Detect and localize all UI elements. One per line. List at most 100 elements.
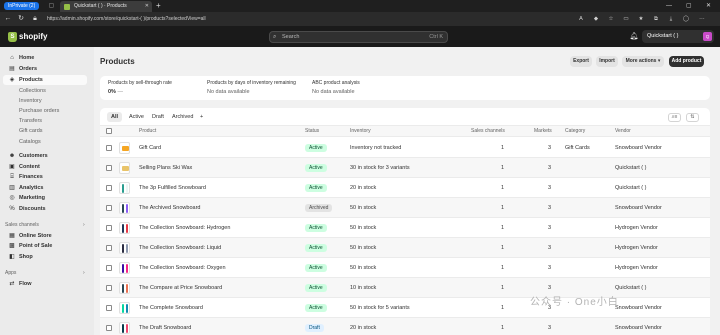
markets-cell[interactable]: 3 xyxy=(548,218,551,238)
star-icon[interactable]: ☆ xyxy=(606,14,616,24)
sidebar-item-home[interactable]: ⌂ Home xyxy=(3,53,87,63)
tab-active[interactable]: Active xyxy=(125,112,148,122)
notification-bell-icon[interactable]: 🔔︎ xyxy=(629,32,639,42)
product-name-link[interactable]: Gift Card xyxy=(139,138,161,158)
markets-cell[interactable]: 3 xyxy=(548,138,551,158)
table-row[interactable]: The Collection Snowboard: Liquid Active 50… xyxy=(100,238,710,258)
sort-icon[interactable]: ⇅ xyxy=(686,113,699,122)
import-button[interactable]: Import xyxy=(596,56,618,67)
apps-heading[interactable]: Apps › xyxy=(5,270,85,276)
url-field[interactable]: https://admin.shopify.com/store/quicksta… xyxy=(47,14,567,24)
collections-icon[interactable]: ⧉ xyxy=(651,14,661,24)
markets-cell[interactable]: 3 xyxy=(548,238,551,258)
row-checkbox[interactable] xyxy=(106,205,112,211)
product-name-link[interactable]: The Draft Snowboard xyxy=(139,318,191,335)
product-name-link[interactable]: The Collection Snowboard: Hydrogen xyxy=(139,218,230,238)
sales-channels-cell[interactable]: 1 xyxy=(501,198,504,218)
browser-tab-active[interactable]: Quickstart ( ) · Products ✕ xyxy=(60,1,152,12)
split-screen-icon[interactable]: ▭ xyxy=(621,14,631,24)
downloads-icon[interactable]: ⤓ xyxy=(666,14,676,24)
add-view-icon[interactable]: + xyxy=(196,112,207,122)
sales-channels-cell[interactable]: 1 xyxy=(501,278,504,298)
row-checkbox[interactable] xyxy=(106,305,112,311)
sidebar-item-discounts[interactable]: % Discounts xyxy=(3,204,87,214)
sidebar-item-finances[interactable]: ⌸ Finances xyxy=(3,172,87,182)
row-checkbox[interactable] xyxy=(106,285,112,291)
sales-channels-cell[interactable]: 1 xyxy=(501,158,504,178)
select-all-checkbox[interactable] xyxy=(106,128,112,134)
row-checkbox[interactable] xyxy=(106,245,112,251)
table-row[interactable]: Gift Card Active Inventory not tracked 1 3 Gi… xyxy=(100,138,710,158)
table-row[interactable]: The Collection Snowboard: Hydrogen Active… xyxy=(100,218,710,238)
export-button[interactable]: Export xyxy=(570,56,592,67)
new-tab-icon[interactable]: + xyxy=(156,1,161,11)
product-name-link[interactable]: The Compare at Price Snowboard xyxy=(139,278,222,298)
column-product[interactable]: Product xyxy=(139,126,156,137)
sales-channels-cell[interactable]: 1 xyxy=(501,238,504,258)
sidebar-item-customers[interactable]: ☻ Customers xyxy=(3,151,87,161)
markets-cell[interactable]: 3 xyxy=(548,178,551,198)
sales-channels-cell[interactable]: 1 xyxy=(501,138,504,158)
sidebar-sub-collections[interactable]: Collections xyxy=(3,86,87,96)
favorites-icon[interactable]: ★ xyxy=(636,14,646,24)
lock-icon[interactable]: 🔒︎ xyxy=(30,14,40,24)
more-actions-button[interactable]: More actions ▾ xyxy=(622,56,664,67)
row-checkbox[interactable] xyxy=(106,165,112,171)
sidebar-item-products[interactable]: ◈ Products xyxy=(3,75,87,85)
product-name-link[interactable]: The Archived Snowboard xyxy=(139,198,200,218)
close-tab-icon[interactable]: ✕ xyxy=(145,1,149,12)
sidebar-sub-transfers[interactable]: Transfers xyxy=(3,116,87,126)
row-checkbox[interactable] xyxy=(106,145,112,151)
tab-all[interactable]: All xyxy=(107,112,123,122)
search-filter-icon[interactable]: ⌕≡ xyxy=(668,113,681,122)
product-name-link[interactable]: The 3p Fulfilled Snowboard xyxy=(139,178,206,198)
sidebar-item-orders[interactable]: ▤ Orders xyxy=(3,64,87,74)
table-row[interactable]: The Draft Snowboard Draft 20 in stock 1 3 Sno… xyxy=(100,318,710,335)
sales-channels-cell[interactable]: 1 xyxy=(501,258,504,278)
table-row[interactable]: Selling Plans Ski Wax Active 30 in stock f… xyxy=(100,158,710,178)
search-input[interactable]: ⌕ Search Ctrl K xyxy=(269,31,448,43)
tab-draft[interactable]: Draft xyxy=(148,112,168,122)
row-checkbox[interactable] xyxy=(106,325,112,331)
product-name-link[interactable]: The Complete Snowboard xyxy=(139,298,203,318)
sidebar-sub-gift-cards[interactable]: Gift cards xyxy=(3,126,87,136)
sidebar-sub-inventory[interactable]: Inventory xyxy=(3,96,87,106)
sales-channels-heading[interactable]: Sales channels › xyxy=(5,222,85,228)
tab-actions-icon[interactable]: ▢ xyxy=(46,2,57,10)
product-name-link[interactable]: The Collection Snowboard: Liquid xyxy=(139,238,221,258)
row-checkbox[interactable] xyxy=(106,185,112,191)
markets-cell[interactable]: 3 xyxy=(548,318,551,335)
read-aloud-icon[interactable]: A xyxy=(576,14,586,24)
stat-abc-analysis[interactable]: ABC product analysis No data available xyxy=(312,80,360,95)
inprivate-badge[interactable]: InPrivate (2) xyxy=(4,2,40,10)
sidebar-item-online-store[interactable]: ▦ Online Store xyxy=(3,231,87,241)
extension-icon[interactable]: ◆ xyxy=(591,14,601,24)
sidebar-item-marketing[interactable]: ◎ Marketing xyxy=(3,193,87,203)
row-checkbox[interactable] xyxy=(106,265,112,271)
menu-dots-icon[interactable]: ⋯ xyxy=(697,14,707,24)
table-row[interactable]: The 3p Fulfilled Snowboard Active 20 in st… xyxy=(100,178,710,198)
stat-sell-through[interactable]: Products by sell-through rate 0% — xyxy=(108,80,172,95)
shopify-logo[interactable]: S shopify xyxy=(8,30,47,43)
sidebar-item-analytics[interactable]: ▥ Analytics xyxy=(3,183,87,193)
stat-days-inventory[interactable]: Products by days of inventory remaining N… xyxy=(207,80,296,95)
markets-cell[interactable]: 3 xyxy=(548,158,551,178)
minimize-icon[interactable]: — xyxy=(666,0,672,12)
product-name-link[interactable]: Selling Plans Ski Wax xyxy=(139,158,192,178)
maximize-icon[interactable]: ▢ xyxy=(686,0,692,12)
sidebar-item-point-of-sale[interactable]: ▩ Point of Sale xyxy=(3,241,87,251)
row-checkbox[interactable] xyxy=(106,225,112,231)
sales-channels-cell[interactable]: 1 xyxy=(501,298,504,318)
sales-channels-cell[interactable]: 1 xyxy=(501,218,504,238)
store-switcher[interactable]: Quickstart ( ) Q xyxy=(642,30,714,43)
sidebar-item-content[interactable]: ▣ Content xyxy=(3,162,87,172)
profile-icon[interactable]: ◯ xyxy=(681,14,691,24)
refresh-icon[interactable]: ↻ xyxy=(16,14,26,24)
sidebar-sub-catalogs[interactable]: Catalogs xyxy=(3,137,87,147)
sidebar-item-flow[interactable]: ⇄ Flow xyxy=(3,279,87,289)
sales-channels-cell[interactable]: 1 xyxy=(501,318,504,335)
sales-channels-cell[interactable]: 1 xyxy=(501,178,504,198)
product-name-link[interactable]: The Collection Snowboard: Oxygen xyxy=(139,258,226,278)
table-row[interactable]: The Archived Snowboard Archived 50 in stoc… xyxy=(100,198,710,218)
sidebar-sub-purchase-orders[interactable]: Purchase orders xyxy=(3,106,87,116)
